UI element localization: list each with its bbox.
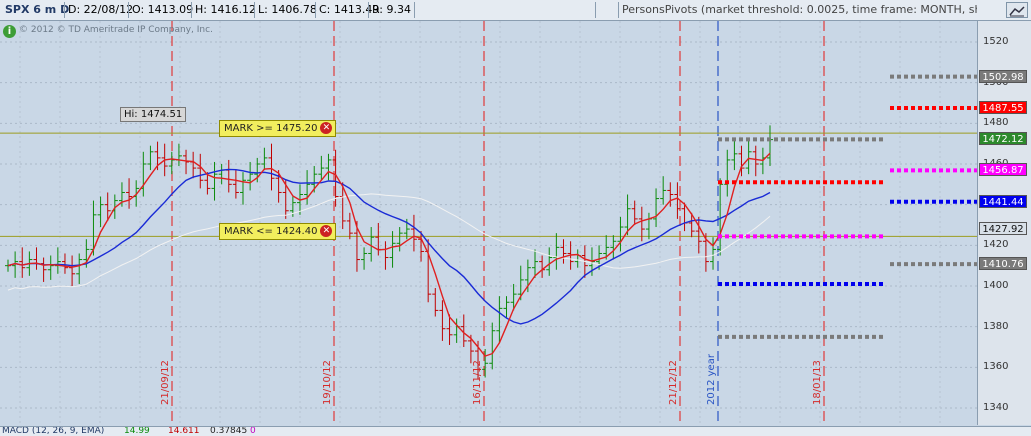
date-marker-label: 21/12/12 <box>668 360 679 405</box>
date-marker-label: 16/11/12 <box>472 360 483 405</box>
price-tick-label: 1360 <box>983 361 1009 373</box>
chart-background <box>0 21 977 425</box>
open-value: O: 1413.09 <box>132 3 194 16</box>
persons-pivots-label[interactable]: PersonsPivots (market threshold: 0.0025,… <box>619 2 977 18</box>
chart-settings-button[interactable] <box>1006 2 1028 18</box>
price-tick-label: 1520 <box>983 36 1009 47</box>
mark-high-alert[interactable]: MARK >= 1475.20 ✕ <box>219 120 337 137</box>
price-tick-label: 1340 <box>983 402 1009 413</box>
date-marker-label: 21/09/12 <box>160 360 171 405</box>
low-value: L: 1406.78 <box>258 3 317 16</box>
price-tick-label: 1480 <box>983 117 1009 129</box>
info-icon[interactable]: i <box>3 25 16 38</box>
price-tick-label: 1400 <box>983 280 1009 291</box>
mark-low-alert[interactable]: MARK <= 1424.40 ✕ <box>219 223 337 240</box>
date-value: D: 22/08/12 <box>68 3 134 16</box>
high-bubble: Hi: 1474.51 <box>120 107 187 122</box>
range-value: R: 9.34 <box>372 3 411 16</box>
hidden-study-label <box>415 2 595 18</box>
price-level-label: 1487.55 <box>979 100 1027 114</box>
price-level-label: 1502.98 <box>979 69 1027 83</box>
mark-high-text: MARK >= 1475.20 <box>224 123 318 134</box>
price-level-label: 1410.76 <box>979 257 1027 271</box>
price-level-label: 1456.87 <box>979 163 1027 177</box>
date-marker-label: 19/10/12 <box>322 360 333 405</box>
date-marker-label: 18/01/13 <box>812 360 823 405</box>
price-level-label: 1441.44 <box>979 194 1027 208</box>
price-tick-label: 1420 <box>983 239 1009 251</box>
remove-mark-low-icon[interactable]: ✕ <box>320 225 333 237</box>
symbol-label[interactable]: SPX 6 m D <box>2 2 69 18</box>
high-value: H: 1416.12 <box>195 3 256 16</box>
price-tick-label: 1380 <box>983 320 1009 332</box>
chart-settings-icon <box>1009 6 1025 17</box>
mark-low-text: MARK <= 1424.40 <box>224 226 318 237</box>
chart-header: SPX 6 m D D: 22/08/12 O: 1413.09 H: 1416… <box>0 0 1031 21</box>
price-chart-pane[interactable]: i © 2012 © TD Ameritrade IP Company, Inc… <box>0 21 1031 425</box>
price-chart[interactable] <box>0 21 977 425</box>
date-marker-label: 2012 year <box>706 354 717 405</box>
copyright-text: © 2012 © TD Ameritrade IP Company, Inc. <box>19 25 213 35</box>
close-value: C: 1413.49 <box>319 3 380 16</box>
price-level-label: 1427.92 <box>979 222 1027 236</box>
price-level-label: 1472.12 <box>979 132 1027 146</box>
remove-mark-high-icon[interactable]: ✕ <box>320 122 333 134</box>
